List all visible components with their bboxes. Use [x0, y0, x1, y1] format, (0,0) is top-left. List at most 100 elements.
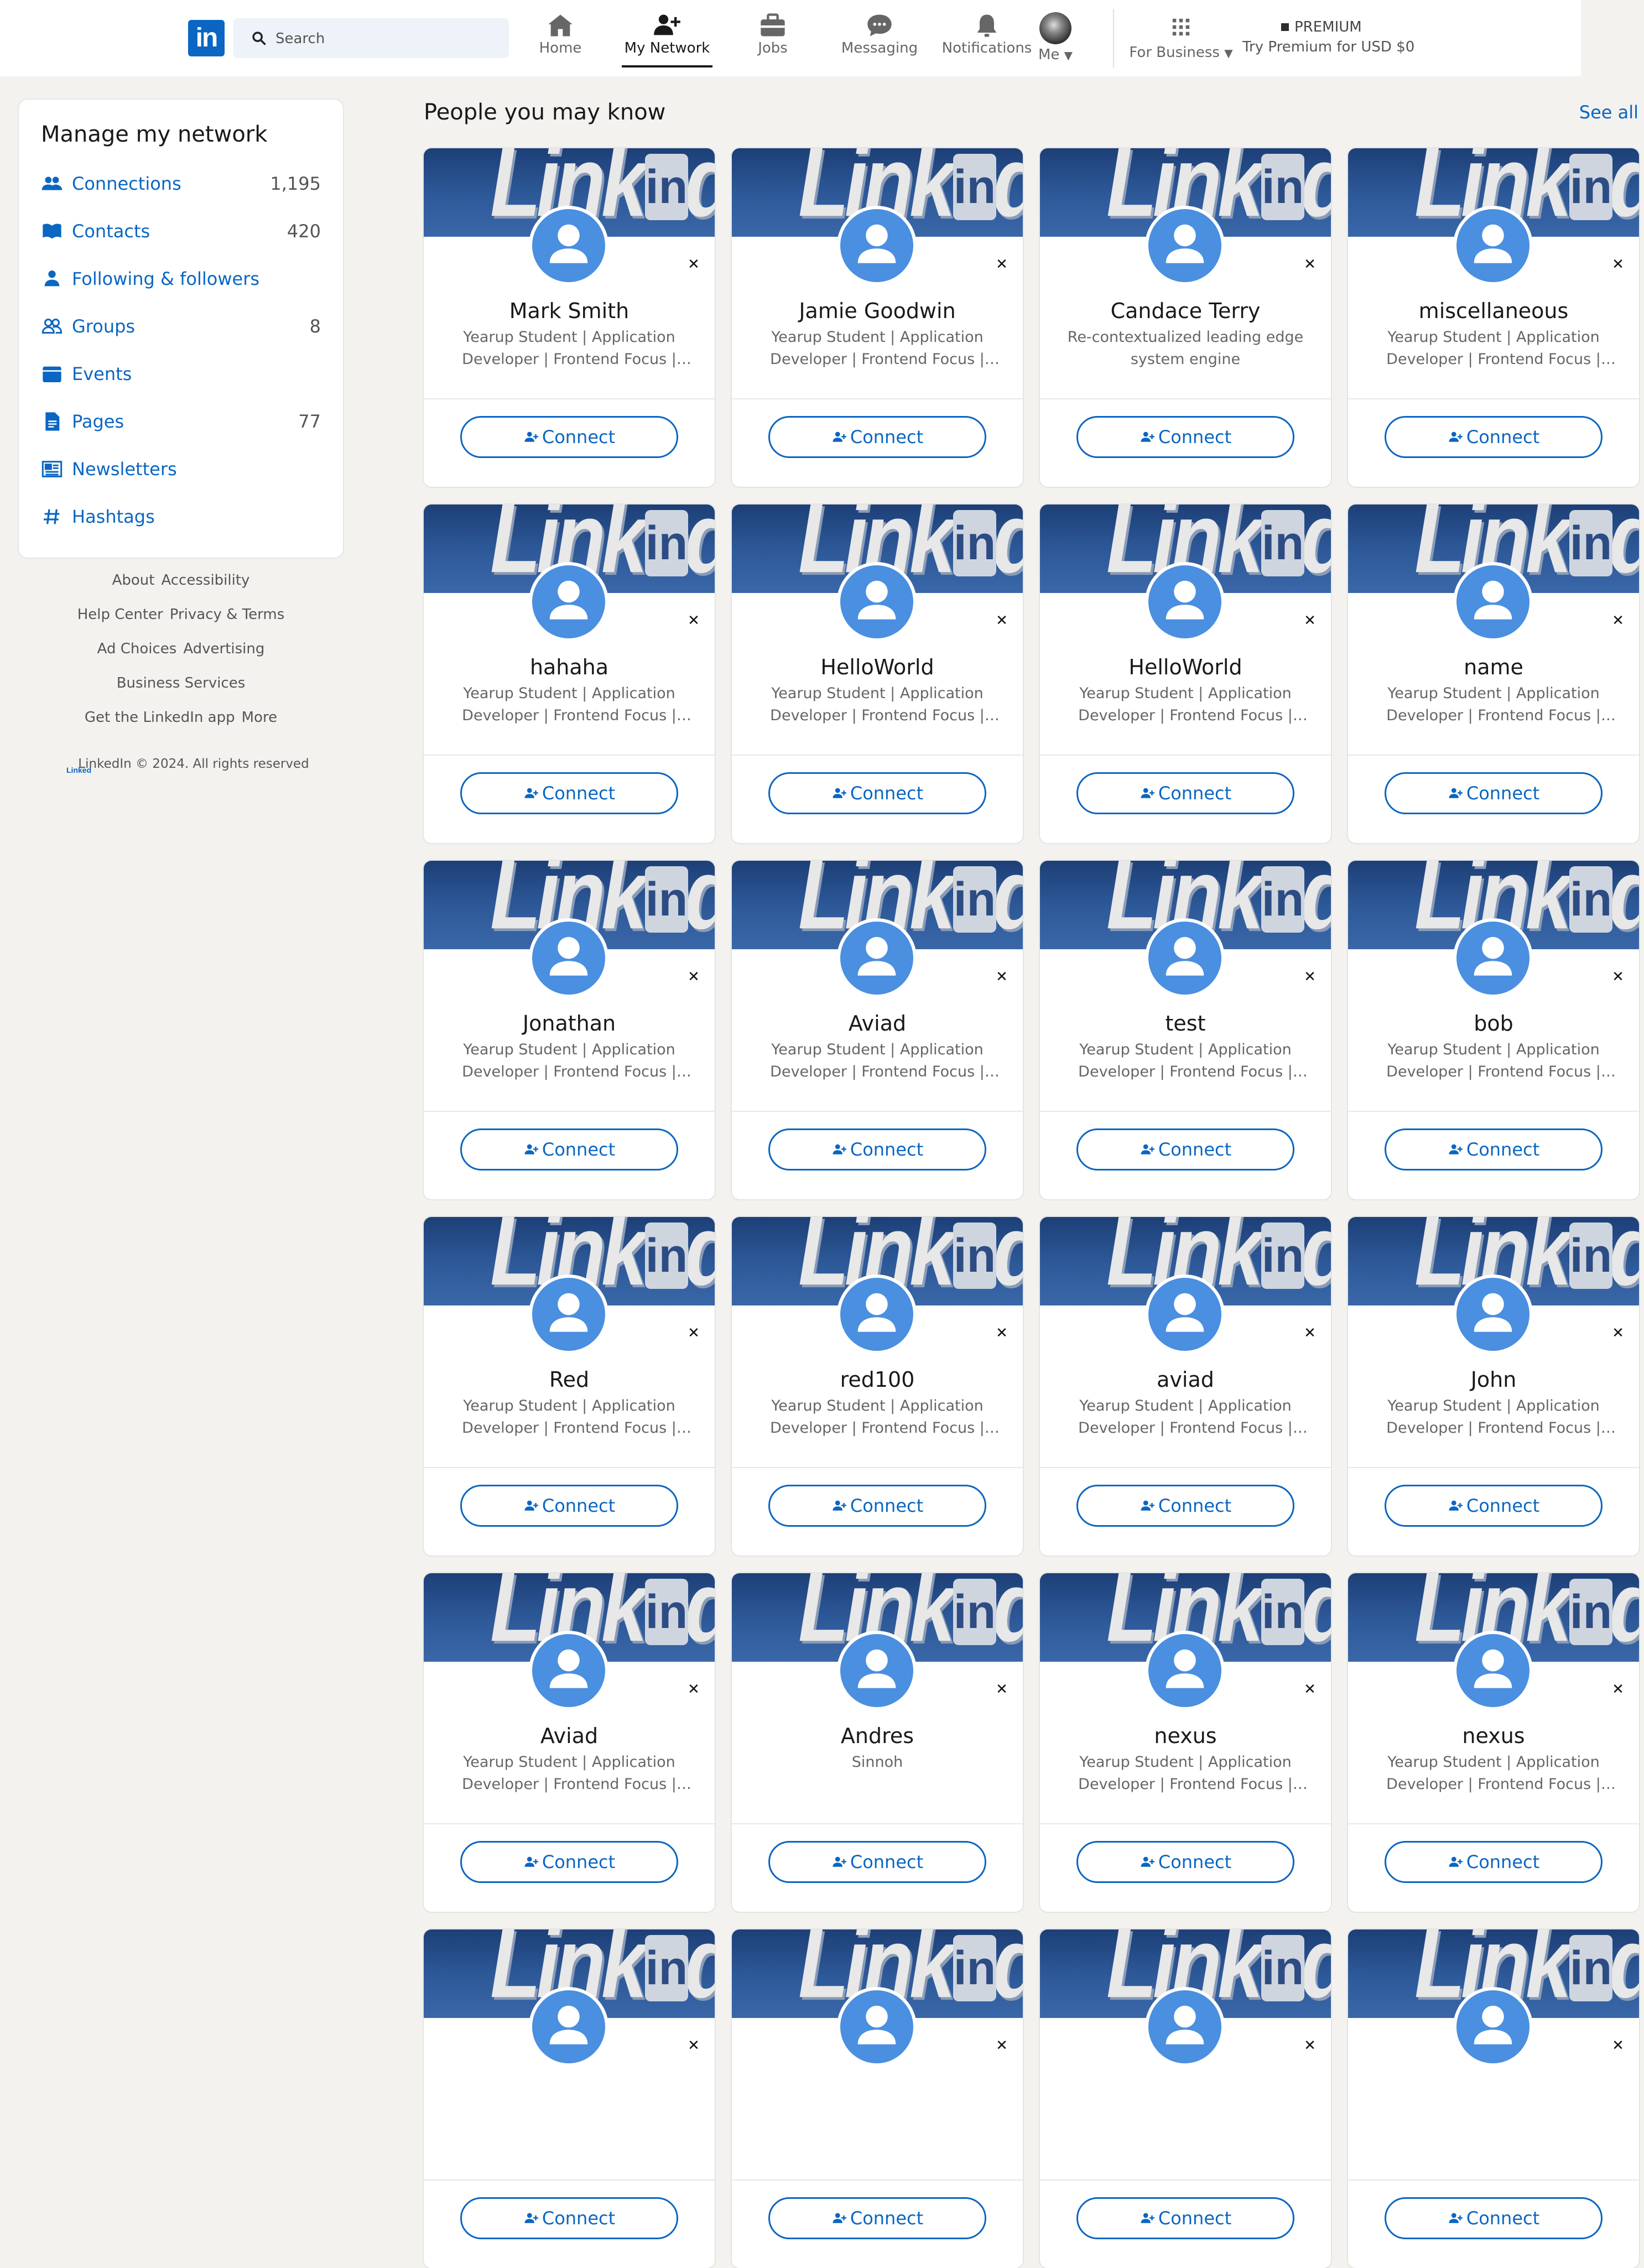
footer-link[interactable]: Get the LinkedIn app: [85, 709, 235, 726]
person-card[interactable]: Linked in ✕ aviad Yearup Student | Applicati…: [1040, 1217, 1331, 1556]
person-name[interactable]: aviad: [1051, 1367, 1320, 1392]
person-card[interactable]: Linked in ✕ name Yearup Student | Applicatio…: [1348, 504, 1639, 843]
close-icon[interactable]: ✕: [686, 257, 701, 272]
manage-item-connections[interactable]: Connections 1,195: [41, 167, 321, 200]
avatar[interactable]: [1453, 1275, 1533, 1354]
person-card[interactable]: Linked in ✕ John Yearup Student | Applicatio…: [1348, 1217, 1639, 1556]
close-icon[interactable]: ✕: [1302, 257, 1318, 272]
close-icon[interactable]: ✕: [1610, 1682, 1626, 1697]
person-name[interactable]: red100: [743, 1367, 1012, 1392]
close-icon[interactable]: ✕: [1610, 257, 1626, 272]
manage-item-events[interactable]: Events: [41, 357, 321, 391]
person-name[interactable]: nexus: [1051, 1724, 1320, 1748]
avatar[interactable]: [837, 206, 917, 285]
avatar[interactable]: [1145, 1275, 1225, 1354]
close-icon[interactable]: ✕: [994, 969, 1010, 985]
person-card[interactable]: Linked in ✕ red100 Yearup Student | Applicat…: [732, 1217, 1023, 1556]
person-name[interactable]: HelloWorld: [743, 655, 1012, 679]
avatar[interactable]: [1145, 206, 1225, 285]
footer-link[interactable]: Business Services: [117, 675, 246, 691]
avatar[interactable]: [1145, 918, 1225, 998]
avatar[interactable]: [529, 562, 608, 642]
close-icon[interactable]: ✕: [1302, 613, 1318, 628]
person-card[interactable]: Linked in ✕ Jamie Goodwin Yearup Student | A…: [732, 148, 1023, 487]
avatar[interactable]: [1453, 562, 1533, 642]
connect-button[interactable]: Connect: [1385, 1841, 1603, 1883]
connect-button[interactable]: Connect: [768, 772, 986, 814]
avatar[interactable]: [1453, 206, 1533, 285]
connect-button[interactable]: Connect: [460, 2197, 678, 2239]
person-card[interactable]: Linked in ✕ Andres Sinnoh Connect: [732, 1573, 1023, 1912]
person-name[interactable]: John: [1359, 1367, 1628, 1392]
connect-button[interactable]: Connect: [460, 1128, 678, 1171]
manage-item-groups[interactable]: Groups 8: [41, 310, 321, 343]
footer-link[interactable]: About: [112, 572, 155, 589]
person-card[interactable]: Linked in ✕ nexus Yearup Student | Applicati…: [1348, 1573, 1639, 1912]
connect-button[interactable]: Connect: [768, 1128, 986, 1171]
manage-item-newsletters[interactable]: Newsletters: [41, 452, 321, 486]
person-name[interactable]: HelloWorld: [1051, 655, 1320, 679]
close-icon[interactable]: ✕: [1302, 2038, 1318, 2053]
avatar[interactable]: [529, 918, 608, 998]
person-name[interactable]: Jonathan: [435, 1011, 704, 1036]
connect-button[interactable]: Connect: [1385, 2197, 1603, 2239]
connect-button[interactable]: Connect: [1076, 772, 1294, 814]
search-input[interactable]: [274, 27, 498, 50]
connect-button[interactable]: Connect: [768, 1841, 986, 1883]
premium-upsell[interactable]: PREMIUM Try Premium for USD $0: [1242, 19, 1414, 55]
person-card[interactable]: Linked in ✕ Connect: [1040, 1929, 1331, 2268]
avatar[interactable]: [837, 918, 917, 998]
search-box[interactable]: [233, 18, 509, 58]
close-icon[interactable]: ✕: [994, 1682, 1010, 1697]
person-card[interactable]: Linked in ✕ Red Yearup Student | Application…: [424, 1217, 715, 1556]
footer-link[interactable]: Advertising: [183, 641, 264, 657]
close-icon[interactable]: ✕: [686, 613, 701, 628]
manage-item-contacts[interactable]: Contacts 420: [41, 215, 321, 248]
person-name[interactable]: Jamie Goodwin: [743, 299, 1012, 323]
footer-link[interactable]: Help Center: [77, 606, 163, 623]
avatar[interactable]: [1145, 562, 1225, 642]
connect-button[interactable]: Connect: [768, 416, 986, 458]
person-card[interactable]: Linked in ✕ HelloWorld Yearup Student | Appl…: [1040, 504, 1331, 843]
person-name[interactable]: Aviad: [743, 1011, 1012, 1036]
connect-button[interactable]: Connect: [1076, 1485, 1294, 1527]
close-icon[interactable]: ✕: [1610, 613, 1626, 628]
connect-button[interactable]: Connect: [460, 1485, 678, 1527]
connect-button[interactable]: Connect: [460, 772, 678, 814]
connect-button[interactable]: Connect: [1385, 772, 1603, 814]
avatar[interactable]: [1145, 1987, 1225, 2067]
nav-home[interactable]: Home: [531, 11, 590, 66]
person-name[interactable]: nexus: [1359, 1724, 1628, 1748]
nav-my-network[interactable]: My Network: [622, 11, 712, 67]
avatar[interactable]: [1453, 1631, 1533, 1710]
person-card[interactable]: Linked in ✕ Connect: [732, 1929, 1023, 2268]
avatar[interactable]: [837, 1631, 917, 1710]
manage-item-hashtags[interactable]: Hashtags: [41, 500, 321, 533]
close-icon[interactable]: ✕: [1610, 1325, 1626, 1341]
see-all-link[interactable]: See all: [1579, 102, 1638, 123]
connect-button[interactable]: Connect: [460, 416, 678, 458]
person-name[interactable]: Candace Terry: [1051, 299, 1320, 323]
person-name[interactable]: bob: [1359, 1011, 1628, 1036]
avatar[interactable]: [529, 1275, 608, 1354]
linkedin-logo[interactable]: in: [188, 20, 225, 56]
connect-button[interactable]: Connect: [1076, 1841, 1294, 1883]
nav-notifications[interactable]: Notifications: [940, 11, 1033, 66]
manage-item-pages[interactable]: Pages 77: [41, 405, 321, 438]
person-card[interactable]: Linked in ✕ Mark Smith Yearup Student | Appl…: [424, 148, 715, 487]
person-name[interactable]: Andres: [743, 1724, 1012, 1748]
connect-button[interactable]: Connect: [1385, 1485, 1603, 1527]
person-card[interactable]: Linked in ✕ nexus Yearup Student | Applicati…: [1040, 1573, 1331, 1912]
close-icon[interactable]: ✕: [1610, 2038, 1626, 2053]
person-name[interactable]: miscellaneous: [1359, 299, 1628, 323]
connect-button[interactable]: Connect: [1385, 416, 1603, 458]
nav-messaging[interactable]: Messaging: [839, 11, 920, 66]
nav-me[interactable]: Me ▼: [1034, 11, 1076, 66]
person-card[interactable]: Linked in ✕ Aviad Yearup Student | Applicati…: [424, 1573, 715, 1912]
connect-button[interactable]: Connect: [1385, 1128, 1603, 1171]
person-name[interactable]: Red: [435, 1367, 704, 1392]
person-card[interactable]: Linked in ✕ miscellaneous Yearup Student | A…: [1348, 148, 1639, 487]
close-icon[interactable]: ✕: [1302, 1325, 1318, 1341]
nav-for-business[interactable]: For Business ▼: [1128, 11, 1234, 66]
close-icon[interactable]: ✕: [686, 2038, 701, 2053]
